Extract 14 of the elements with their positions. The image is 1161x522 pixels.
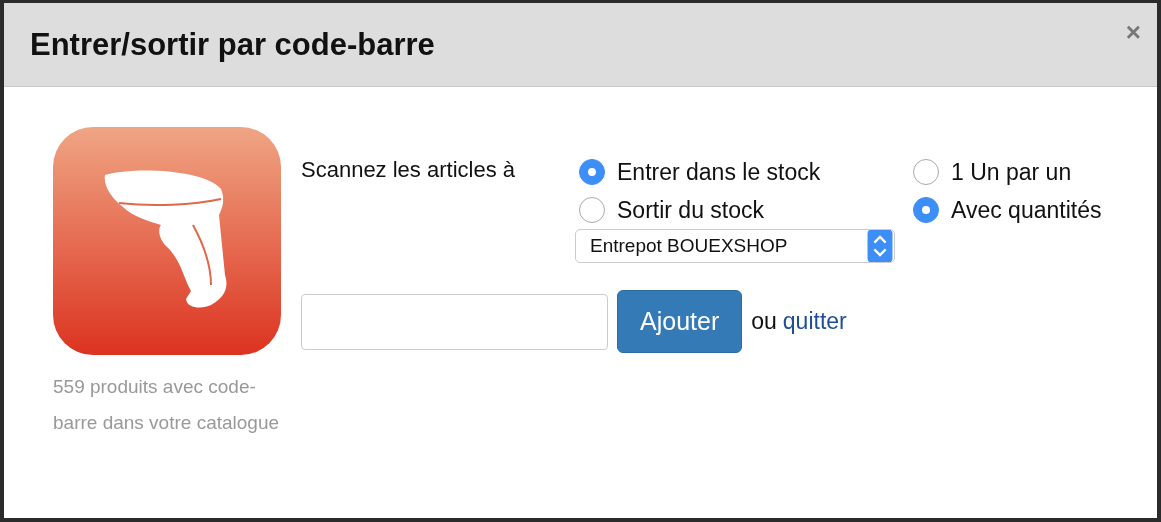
dialog-title: Entrer/sortir par code-barre bbox=[30, 26, 435, 63]
radio-icon[interactable] bbox=[913, 159, 939, 185]
product-count-text: 559 produits avec code-barre dans votre catalogue bbox=[53, 375, 281, 435]
barcode-input[interactable] bbox=[301, 293, 608, 350]
add-button[interactable]: Ajouter bbox=[617, 290, 743, 353]
radio-icon[interactable] bbox=[579, 159, 605, 185]
quit-link[interactable]: quitter bbox=[782, 308, 847, 335]
radio-icon[interactable] bbox=[913, 197, 939, 223]
warehouse-select[interactable]: Entrepot BOUEXSHOP bbox=[575, 229, 895, 263]
barcode-scanner-icon bbox=[53, 127, 281, 355]
stepper-arrows-icon bbox=[866, 230, 894, 262]
radio-icon[interactable] bbox=[579, 197, 605, 223]
or-text: ou bbox=[751, 308, 777, 335]
scan-label: Scannez les articles à bbox=[301, 156, 516, 184]
